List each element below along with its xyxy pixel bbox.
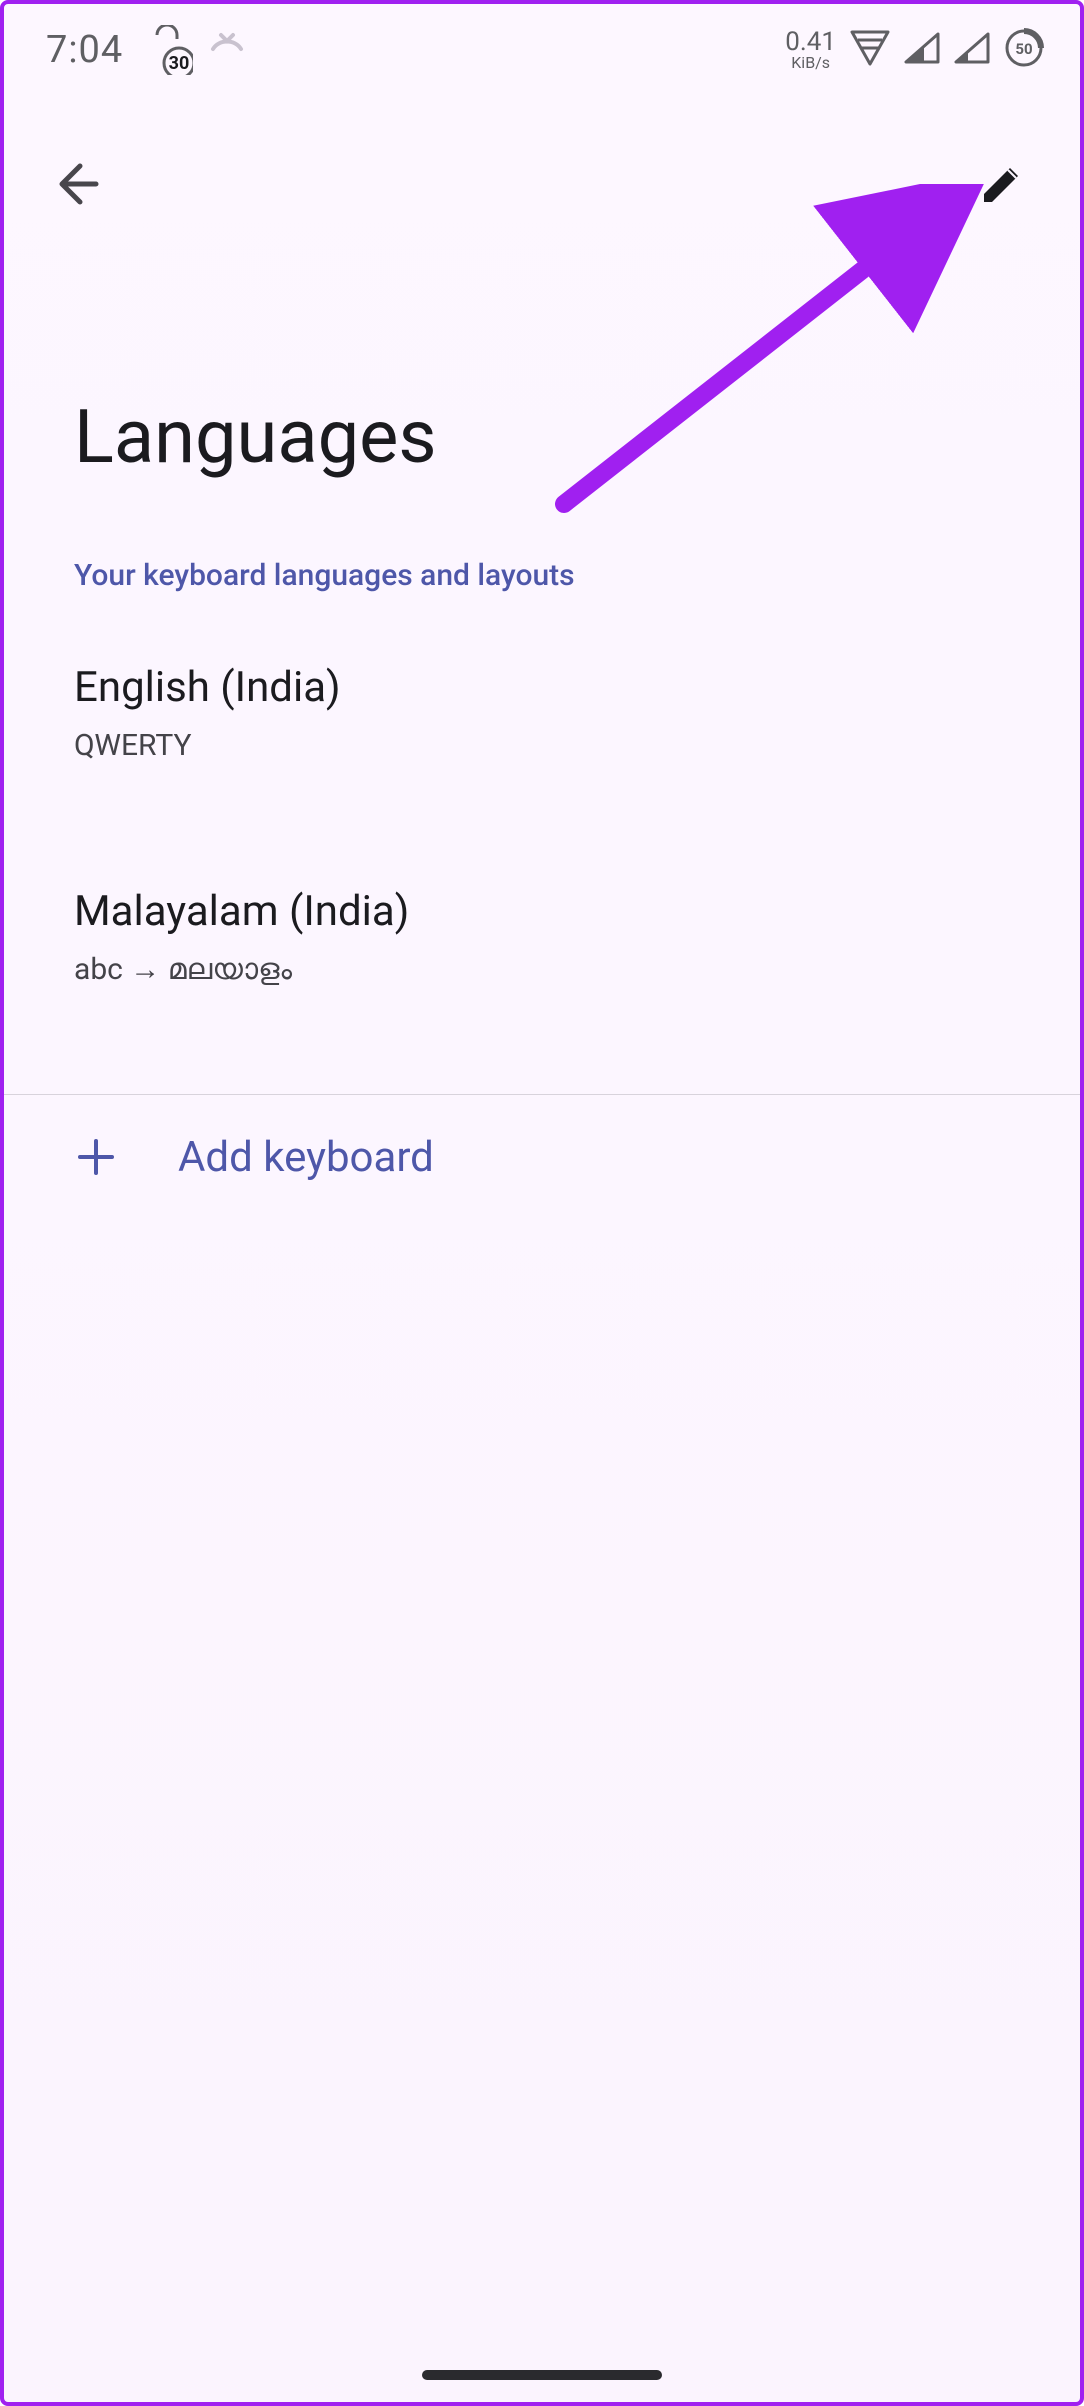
language-item-malayalam[interactable]: Malayalam (India) abc → മലയാളം — [4, 863, 1080, 1047]
arrow-back-icon — [50, 158, 102, 210]
add-keyboard-button[interactable]: Add keyboard — [4, 1102, 1080, 1212]
status-bar-right: 0.41 KiB/s — [785, 28, 1044, 72]
edit-button[interactable] — [970, 152, 1034, 216]
status-bar-left: 7:04 30 — [46, 25, 247, 75]
status-bar-lock-icon: 30 — [137, 25, 193, 75]
language-layout: abc → മലയാളം — [74, 952, 1010, 987]
language-name: Malayalam (India) — [74, 887, 1010, 936]
status-bar: 7:04 30 0.41 KiB/s — [4, 4, 1080, 96]
page-title: Languages — [74, 394, 437, 481]
add-keyboard-label: Add keyboard — [178, 1133, 434, 1182]
network-speed-indicator: 0.41 KiB/s — [785, 29, 836, 71]
signal-icon-2 — [954, 32, 990, 68]
battery-pct-text: 50 — [1015, 40, 1032, 58]
plus-icon — [74, 1135, 118, 1179]
language-list: English (India) QWERTY Malayalam (India)… — [4, 639, 1080, 1047]
missed-call-icon — [207, 31, 247, 69]
language-name: English (India) — [74, 663, 1010, 712]
signal-icon-1 — [904, 32, 940, 68]
lock-badge-count: 30 — [169, 53, 190, 74]
app-bar — [4, 124, 1080, 244]
pencil-icon — [978, 160, 1026, 208]
back-button[interactable] — [44, 152, 108, 216]
wifi-icon — [850, 30, 890, 70]
navigation-bar-indicator[interactable] — [422, 2370, 662, 2380]
battery-icon: 50 — [1004, 28, 1044, 72]
status-bar-clock: 7:04 — [46, 28, 123, 72]
section-header: Your keyboard languages and layouts — [74, 558, 575, 593]
language-layout: QWERTY — [74, 728, 1010, 763]
divider — [4, 1094, 1080, 1095]
language-item-english[interactable]: English (India) QWERTY — [4, 639, 1080, 823]
